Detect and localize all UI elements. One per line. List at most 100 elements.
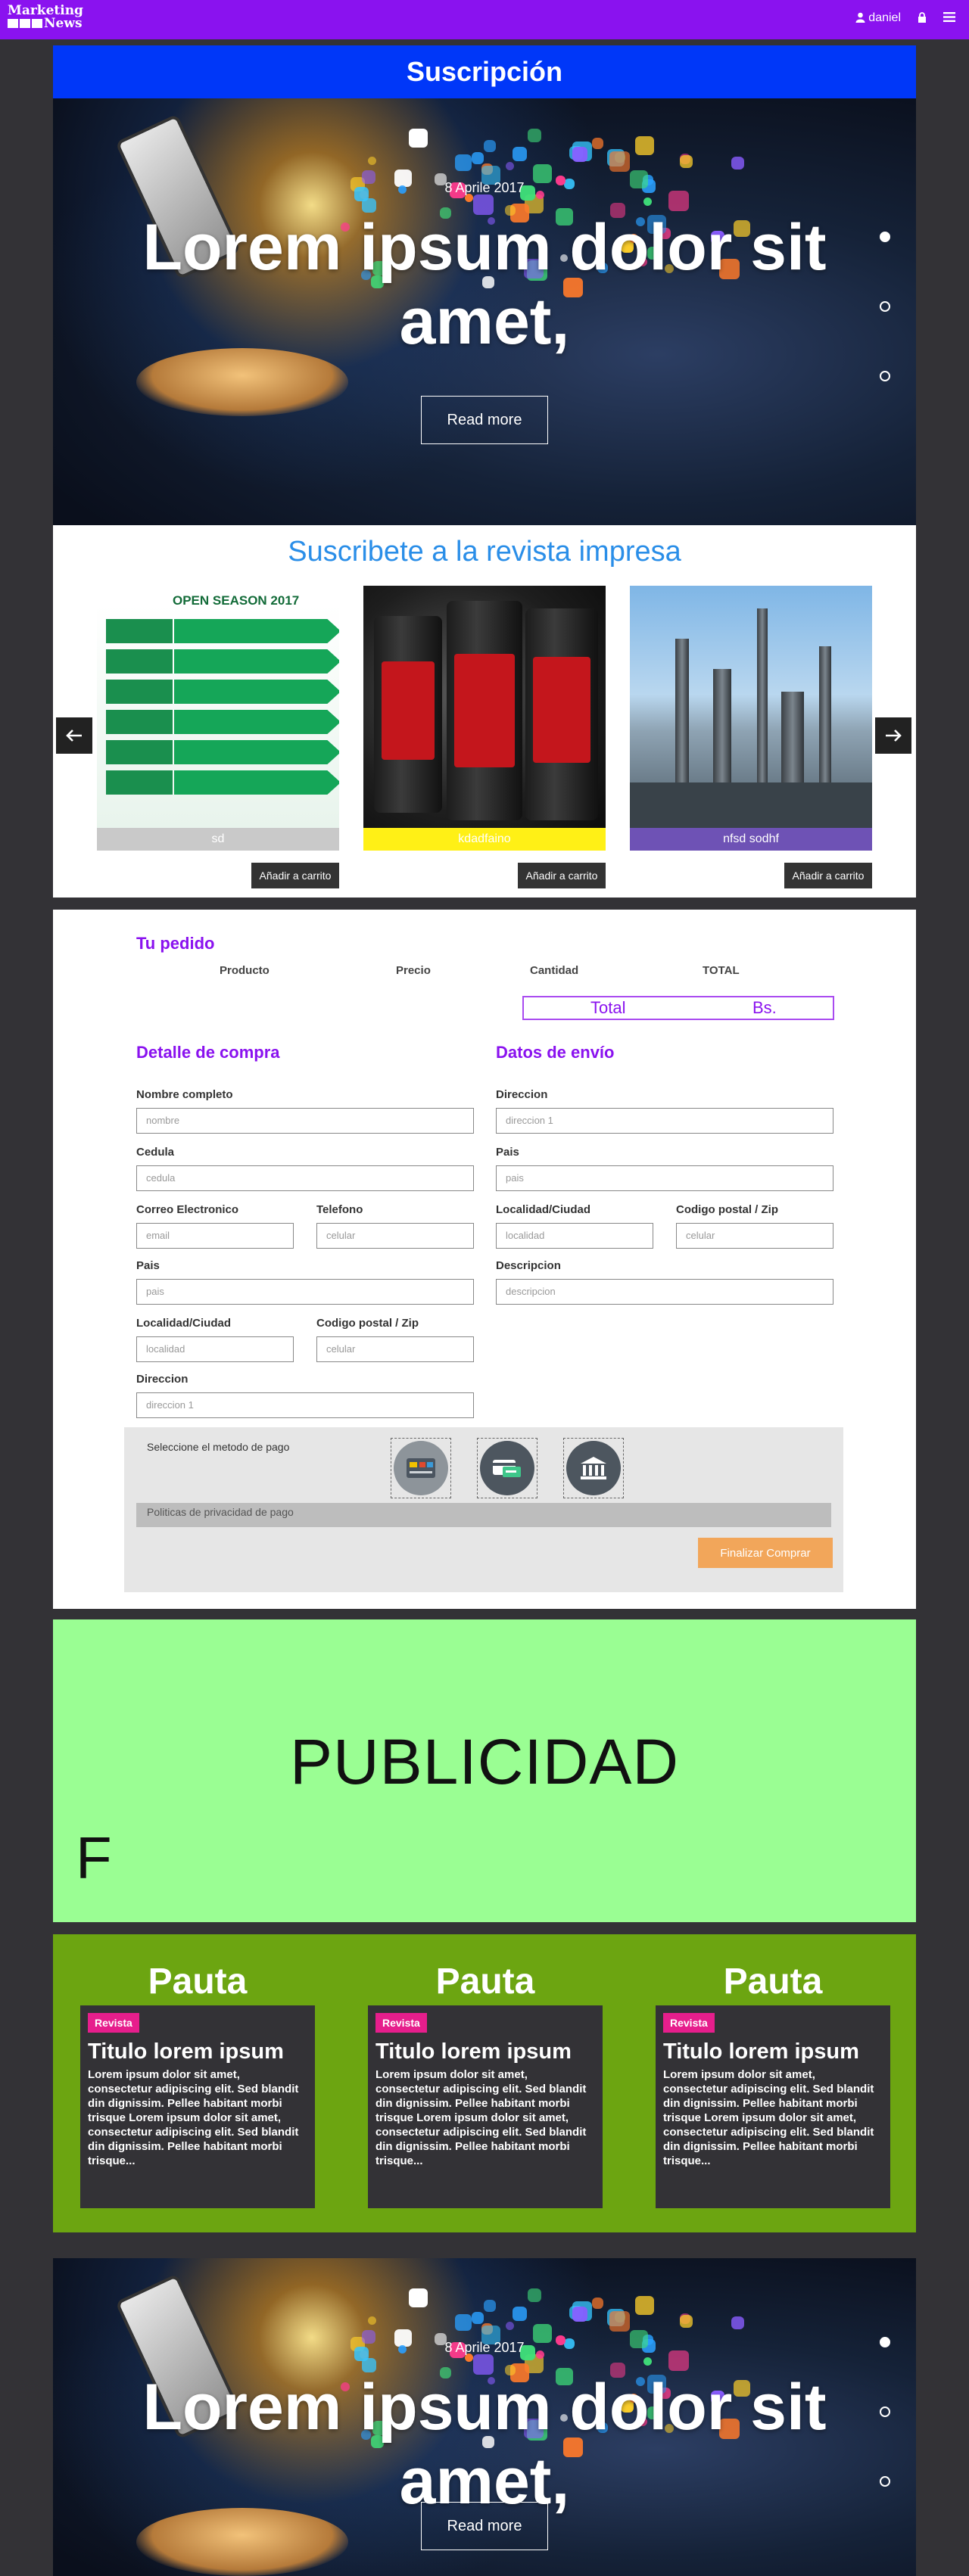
product-image-cleaner[interactable] [363,586,606,828]
order-section: Tu pedido Producto Precio Cantidad TOTAL… [53,910,916,1609]
pauta-column: Pauta Revista Titulo lorem ipsum Lorem i… [368,1960,603,2208]
app-icon-decoration [643,198,652,206]
total-label: Total [590,998,626,1017]
pauta-card-title[interactable]: Titulo lorem ipsum [375,2039,595,2064]
ship-country-label: Pais [496,1146,519,1159]
carousel-indicator[interactable] [880,232,890,242]
logo-line2: News [8,17,83,30]
carousel-indicator[interactable] [880,301,890,312]
hero-date: 8 Aprile 2017 [444,2340,525,2355]
top-navbar: Marketing News daniel [0,0,969,39]
app-icon-decoration [368,157,376,165]
ship-address-field[interactable]: direccion 1 [496,1108,833,1134]
id-field[interactable]: cedula [136,1165,474,1191]
zip-field[interactable]: celular [316,1336,474,1362]
app-icon-decoration [609,151,630,172]
carousel-indicator[interactable] [880,2406,890,2417]
product-caption: nfsd sodhf [630,828,872,851]
phone-label: Telefono [316,1203,363,1216]
hero-title: Lorem ipsum dolor sit amet, [142,211,827,358]
country-label: Pais [136,1259,160,1272]
pauta-card[interactable]: Revista Titulo lorem ipsum Lorem ipsum d… [80,2005,315,2208]
advertisement-banner[interactable]: PUBLICIDAD F [53,1619,916,1922]
app-icon-decoration [592,2298,603,2309]
card-payment-icon[interactable] [391,1438,451,1498]
app-icon-decoration [643,2357,652,2366]
city-field[interactable]: localidad [136,1336,294,1362]
payment-section: Seleccione el metodo de pago Politicas d… [124,1427,843,1592]
hero-carousel-bottom: 8 Aprile 2017 Lorem ipsum dolor sit amet… [53,2258,916,2576]
hamburger-menu-icon[interactable] [943,12,955,24]
magazine-section: Suscribete a la revista impresa OPEN SEA… [53,525,916,898]
app-icon-decoration [635,136,654,155]
lock-icon[interactable] [918,11,927,25]
arrow-left-icon[interactable] [56,717,92,754]
add-to-cart-button[interactable]: Añadir a carrito [251,863,339,888]
user-menu[interactable]: daniel [855,11,901,25]
carousel-indicator[interactable] [880,2476,890,2487]
ship-city-field[interactable]: localidad [496,1223,653,1249]
revista-tag[interactable]: Revista [88,2013,139,2033]
add-to-cart-button[interactable]: Añadir a carrito [518,863,606,888]
bank-transfer-icon[interactable] [477,1438,537,1498]
revista-tag[interactable]: Revista [375,2013,427,2033]
add-to-cart-button[interactable]: Añadir a carrito [784,863,872,888]
product-image-refinery[interactable] [630,586,872,828]
pauta-column: Pauta Revista Titulo lorem ipsum Lorem i… [80,1960,315,2208]
ship-country-field[interactable]: pais [496,1165,833,1191]
revista-tag[interactable]: Revista [663,2013,715,2033]
read-more-button[interactable]: Read more [421,396,548,444]
app-icon-decoration [680,2315,693,2328]
finalize-purchase-button[interactable]: Finalizar Comprar [698,1538,833,1568]
pauta-card-title[interactable]: Titulo lorem ipsum [663,2039,883,2064]
column-quantity: Cantidad [530,964,579,977]
product-card: kdadfaino Añadir a carrito [363,586,606,888]
app-icon-decoration [680,155,693,168]
email-field[interactable]: email [136,1223,294,1249]
ship-city-label: Localidad/Ciudad [496,1203,591,1216]
pauta-column: Pauta Revista Titulo lorem ipsum Lorem i… [656,1960,890,2208]
pauta-heading: Pauta [148,1962,248,2002]
pauta-card[interactable]: Revista Titulo lorem ipsum Lorem ipsum d… [656,2005,890,2208]
app-icon-decoration [731,2316,744,2329]
pauta-card-title[interactable]: Titulo lorem ipsum [88,2039,307,2064]
ship-zip-field[interactable]: celular [676,1223,833,1249]
arrow-right-icon[interactable] [875,717,911,754]
phone-field[interactable]: celular [316,1223,474,1249]
hero-date: 8 Aprile 2017 [444,180,525,195]
app-icon-decoration [472,2312,484,2324]
name-label: Nombre completo [136,1088,233,1101]
pauta-card-text: Lorem ipsum dolor sit amet, consectetur … [375,2068,587,2167]
product-carousel: OPEN SEASON 2017 sd Añadir a carrito kda… [97,586,872,888]
carousel-indicator[interactable] [880,371,890,381]
app-icon-decoration [484,2300,496,2312]
pauta-card-text: Lorem ipsum dolor sit amet, consectetur … [88,2068,299,2167]
app-icon-decoration [368,2316,376,2325]
carousel-indicator[interactable] [880,2337,890,2347]
schedule-header: OPEN SEASON 2017 [173,593,300,608]
carousel-indicators [880,2337,892,2546]
pauta-card[interactable]: Revista Titulo lorem ipsum Lorem ipsum d… [368,2005,603,2208]
user-name: daniel [868,11,901,24]
app-icon-decoration [528,129,541,142]
app-icon-decoration [472,152,484,164]
ship-description-field[interactable]: descripcion [496,1279,833,1305]
app-icon-decoration [609,2311,630,2332]
nav-right: daniel [855,11,955,25]
address-field[interactable]: direccion 1 [136,1392,474,1418]
product-caption: kdadfaino [363,828,606,851]
app-icon-decoration [484,140,496,152]
product-image-schedule[interactable]: OPEN SEASON 2017 [97,586,339,828]
logo[interactable]: Marketing News [8,5,83,30]
column-price: Precio [396,964,431,977]
hero-title: Lorem ipsum dolor sit amet, [142,2371,827,2518]
country-field[interactable]: pais [136,1279,474,1305]
privacy-policy-link[interactable]: Politicas de privacidad de pago [136,1503,831,1527]
app-icon-decoration [528,2288,541,2302]
app-icon-decoration [731,157,744,170]
bank-building-icon[interactable] [563,1438,624,1498]
name-field[interactable]: nombre [136,1108,474,1134]
hero-carousel: 8 Aprile 2017 Lorem ipsum dolor sit amet… [53,98,916,525]
read-more-button[interactable]: Read more [421,2502,548,2550]
carousel-indicators [880,232,892,440]
